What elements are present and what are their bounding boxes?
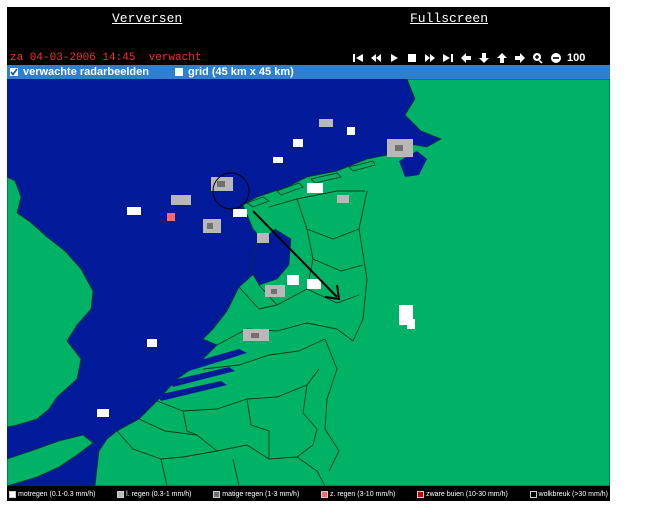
legend-item: motregen (0.1-0.3 mm/h) [9,491,95,498]
legend-label: l. regen (0.3-1 mm/h) [126,491,192,498]
legend-label: wolkbreuk (>30 mm/h) [538,491,608,498]
refresh-link[interactable]: Verversen [112,11,182,26]
zoom-out-icon[interactable] [547,51,565,65]
legend-item: z. regen (3-10 mm/h) [321,491,395,498]
fullscreen-link[interactable]: Fullscreen [410,11,488,26]
legend-label: z. regen (3-10 mm/h) [330,491,396,498]
forecast-radar-toggle[interactable]: verwachte radarbeelden [10,65,149,79]
playback-controls: 100 [349,51,585,65]
fast-forward-icon[interactable] [421,51,439,65]
legend-swatch [417,491,425,498]
pan-up-icon[interactable] [493,51,511,65]
precipitation-legend: motregen (0.1-0.3 mm/h) l. regen (0.3-1 … [7,488,610,501]
play-icon[interactable] [385,51,403,65]
pan-right-icon[interactable] [511,51,529,65]
rewind-icon[interactable] [367,51,385,65]
legend-swatch [321,491,329,498]
legend-swatch [529,491,537,498]
legend-item: matige regen (1-3 mm/h) [213,491,299,498]
forecast-radar-label: verwachte radarbeelden [23,66,149,78]
zoom-in-icon[interactable] [529,51,547,65]
legend-item: zware buien (10-30 mm/h) [417,491,508,498]
legend-item: l. regen (0.3-1 mm/h) [117,491,192,498]
grid-toggle[interactable]: grid (45 km x 45 km) [175,65,294,79]
legend-swatch [213,491,221,498]
forecast-timestamp: za 04-03-2006 14:45 verwacht [10,52,202,64]
legend-label: matige regen (1-3 mm/h) [222,491,300,498]
legend-swatch [117,491,125,498]
legend-item: wolkbreuk (>30 mm/h) [529,491,608,498]
legend-label: motregen (0.1-0.3 mm/h) [18,491,96,498]
option-bar: verwachte radarbeelden grid (45 km x 45 … [7,65,610,79]
pan-left-icon[interactable] [457,51,475,65]
zoom-level: 100 [567,52,586,64]
pan-down-icon[interactable] [475,51,493,65]
checkbox-checked-icon[interactable] [10,68,18,76]
skip-start-icon[interactable] [349,51,367,65]
stop-icon[interactable] [403,51,421,65]
grid-label: grid (45 km x 45 km) [188,66,294,78]
radar-viewer: Verversen Fullscreen za 04-03-2006 14:45… [7,7,610,501]
legend-swatch [9,491,16,498]
checkbox-unchecked-icon[interactable] [175,68,183,76]
legend-label: zware buien (10-30 mm/h) [426,491,508,498]
radar-map[interactable] [7,79,610,486]
skip-end-icon[interactable] [439,51,457,65]
